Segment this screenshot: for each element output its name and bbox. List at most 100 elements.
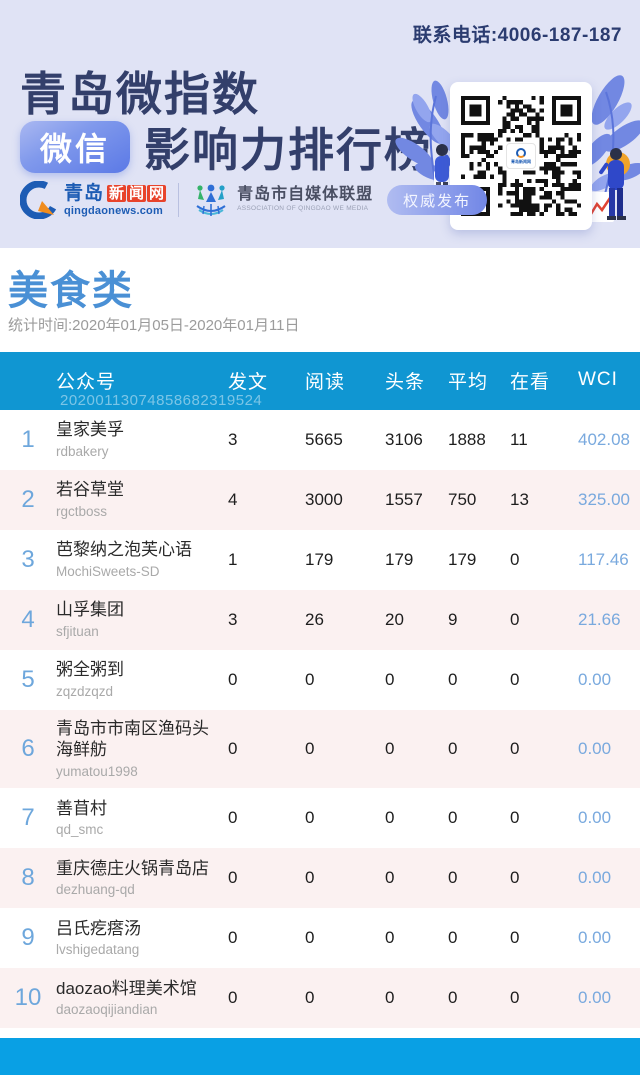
category-title: 美食类: [8, 269, 134, 313]
account-name: 吕氏疙瘩汤: [56, 918, 141, 938]
account-name: 若谷草堂: [56, 480, 124, 500]
wci-value: 0.00: [578, 868, 612, 888]
average-value: 1888: [448, 430, 486, 449]
posts-value: 0: [228, 670, 238, 689]
headline-value: 0: [385, 988, 395, 1008]
account-name: 青岛市市南区渔码头海鲜舫: [56, 719, 209, 760]
category-section: 美食类 统计时间:2020年01月05日-2020年01月11日: [0, 248, 640, 352]
looking-value: 0: [510, 670, 520, 689]
reads-value: 0: [305, 988, 315, 1008]
rank-number: 1: [21, 426, 35, 453]
table-row: 10 daozao料理美术馆 daozaoqijiandian 0 0 0 0 …: [0, 968, 640, 1029]
rank-number: 9: [21, 924, 35, 952]
headline-value: 3106: [385, 430, 423, 449]
average-value: 0: [448, 868, 458, 888]
account-name: 善苜村: [56, 798, 107, 818]
reads-value: 3000: [305, 490, 343, 509]
looking-value: 0: [510, 988, 520, 1008]
average-value: 179: [448, 550, 477, 569]
looking-value: 0: [510, 868, 520, 888]
wci-value: 0.00: [578, 808, 612, 828]
reads-value: 0: [305, 670, 315, 689]
average-value: 0: [448, 739, 458, 759]
col-average: 平均: [448, 371, 489, 393]
qdnews-domain: qingdaonews.com: [64, 204, 163, 217]
table-row: 4 山孚集团 sfjituan 3 26 20 9 0 21.66: [0, 590, 640, 650]
headline-value: 1557: [385, 490, 423, 509]
table-row: 1 皇家美孚 rdbakery 3 5665 3106 1888 11 402.…: [0, 410, 640, 470]
reads-value: 0: [305, 928, 315, 948]
wci-value: 0.00: [578, 988, 612, 1008]
main-title-line2-row: 微信 影响力排行榜: [20, 114, 432, 180]
rank-number: 5: [21, 666, 35, 693]
rank-number: 3: [21, 546, 35, 573]
average-value: 9: [448, 610, 458, 629]
qdnews-icon: [20, 181, 58, 219]
reads-value: 0: [305, 808, 315, 828]
looking-value: 0: [510, 739, 520, 759]
wci-value: 0.00: [578, 739, 612, 759]
posts-value: 0: [228, 739, 238, 759]
wci-value: 0.00: [578, 928, 612, 948]
wci-value: 0.00: [578, 670, 612, 689]
posts-value: 0: [228, 988, 238, 1008]
posts-value: 0: [228, 808, 238, 828]
account-id: yumatou1998: [56, 763, 138, 779]
association-name: 青岛市自媒体联盟: [237, 186, 374, 204]
watermark-serial: 20200113074858682319524: [60, 392, 263, 409]
headline-value: 179: [385, 550, 414, 569]
reads-value: 0: [305, 739, 315, 759]
ranking-poster: 联系电话:4006-187-187 青岛微指数 微信 影响力排行榜 青岛新闻网 …: [0, 0, 640, 1075]
looking-value: 0: [510, 928, 520, 948]
account-name: 粥全粥到: [56, 660, 124, 680]
col-looking: 在看: [510, 371, 551, 393]
looking-value: 13: [510, 490, 529, 509]
wechat-badge: 微信: [20, 121, 131, 173]
rank-number: 2: [21, 486, 35, 513]
account-name: 重庆德庄火锅青岛店: [56, 858, 209, 878]
account-id: zqzdzqzd: [56, 683, 114, 699]
reads-value: 26: [305, 610, 324, 629]
account-id: dezhuang-qd: [56, 882, 135, 898]
posts-value: 1: [228, 550, 238, 569]
col-reads: 阅读: [305, 371, 346, 393]
average-value: 0: [448, 670, 458, 689]
association-logo: 青岛市自媒体联盟 ASSOCIATION OF QINGDAO WE MEDIA: [191, 180, 373, 220]
table-row: 8 重庆德庄火锅青岛店 dezhuang-qd 0 0 0 0 0 0.00: [0, 848, 640, 909]
headline-value: 0: [385, 928, 395, 948]
posts-value: 3: [228, 610, 238, 629]
footer-bar: [0, 1038, 640, 1075]
headline-value: 0: [385, 868, 395, 888]
account-id: rdbakery: [56, 443, 109, 459]
main-title-line2: 影响力排行榜: [144, 124, 433, 176]
table-row: 2 若谷草堂 rgctboss 4 3000 1557 750 13 325.0…: [0, 470, 640, 530]
qdnews-cn-blue: 青岛: [64, 182, 105, 204]
account-id: lvshigedatang: [56, 942, 140, 958]
col-headline: 头条: [385, 371, 426, 393]
average-value: 0: [448, 808, 458, 828]
qdnews-mini-icon: [516, 147, 526, 158]
account-name: 山孚集团: [56, 600, 124, 620]
association-name-en: ASSOCIATION OF QINGDAO WE MEDIA: [237, 205, 369, 213]
qdnews-cn-red: 新闻网: [107, 184, 167, 202]
table-row: 5 粥全粥到 zqzdzqzd 0 0 0 0 0 0.00: [0, 650, 640, 710]
col-account: 公众号: [56, 371, 117, 393]
rank-number: 8: [21, 864, 35, 892]
account-id: rgctboss: [56, 503, 108, 519]
reads-value: 5665: [305, 430, 343, 449]
average-value: 0: [448, 988, 458, 1008]
authority-badge: 权威发布: [387, 185, 488, 215]
headline-value: 0: [385, 739, 395, 759]
table-row: 6 青岛市市南区渔码头海鲜舫 yumatou1998 0 0 0 0 0 0.0…: [0, 710, 640, 789]
account-name: 芭黎纳之泡芙心语: [56, 540, 192, 560]
qr-center-logo: 青岛新闻网: [506, 143, 536, 169]
table-row: 9 吕氏疙瘩汤 lvshigedatang 0 0 0 0 0 0.00: [0, 908, 640, 969]
headline-value: 0: [385, 670, 395, 689]
wci-value: 325.00: [578, 490, 630, 509]
looking-value: 0: [510, 610, 520, 629]
rank-number: 6: [21, 735, 35, 763]
posts-value: 0: [228, 928, 238, 948]
account-name: daozao料理美术馆: [56, 978, 197, 998]
contact-phone: 联系电话:4006-187-187: [412, 25, 622, 46]
account-id: qd_smc: [56, 822, 104, 838]
